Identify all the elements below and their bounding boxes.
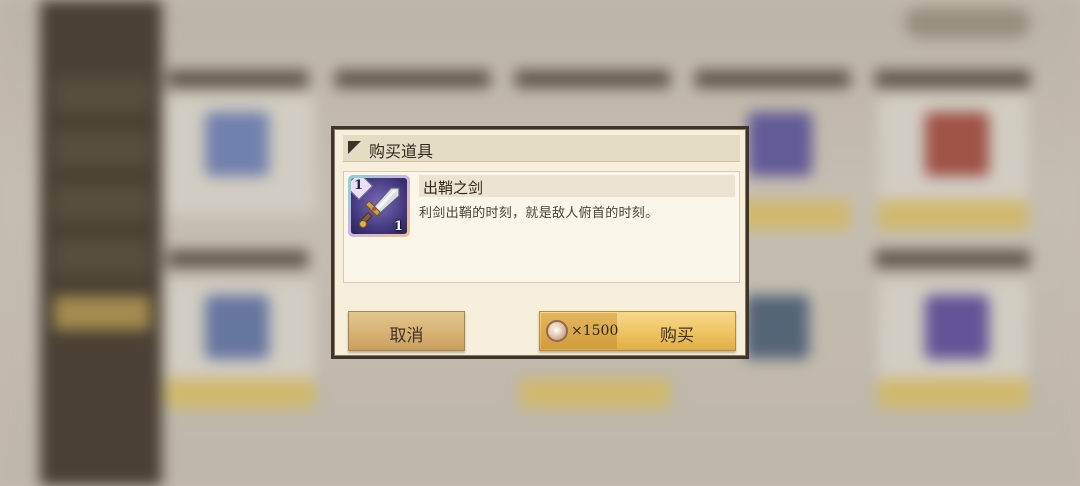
dialog-title-bar: 购买道具 <box>343 135 740 162</box>
buy-button[interactable]: ×1500 购买 <box>539 311 736 351</box>
dialog-title: 购买道具 <box>369 142 434 161</box>
cancel-button[interactable]: 取消 <box>348 311 465 351</box>
item-name: 出鞘之剑 <box>423 179 484 197</box>
item-quantity: 1 <box>393 219 403 234</box>
purchase-dialog: 购买道具 1 1 出鞘之剑 利剑出鞘的时刻，就是敌人俯首的时刻。 取消 ×150… <box>331 126 749 359</box>
price-amount: ×1500 <box>571 323 619 339</box>
item-description: 利剑出鞘的时刻，就是敌人俯首的时刻。 <box>419 206 659 221</box>
cancel-button-label: 取消 <box>389 326 424 346</box>
item-slot[interactable]: 1 1 <box>348 175 410 237</box>
item-tier: 1 <box>354 178 364 193</box>
item-name-bar: 出鞘之剑 <box>419 175 735 197</box>
buy-button-label: 购买 <box>660 326 694 346</box>
item-info-panel: 1 1 出鞘之剑 利剑出鞘的时刻，就是敌人俯首的时刻。 <box>343 171 740 283</box>
corner-triangle-icon <box>348 141 361 154</box>
coin-icon <box>546 320 568 342</box>
price-tag: ×1500 <box>541 313 619 349</box>
